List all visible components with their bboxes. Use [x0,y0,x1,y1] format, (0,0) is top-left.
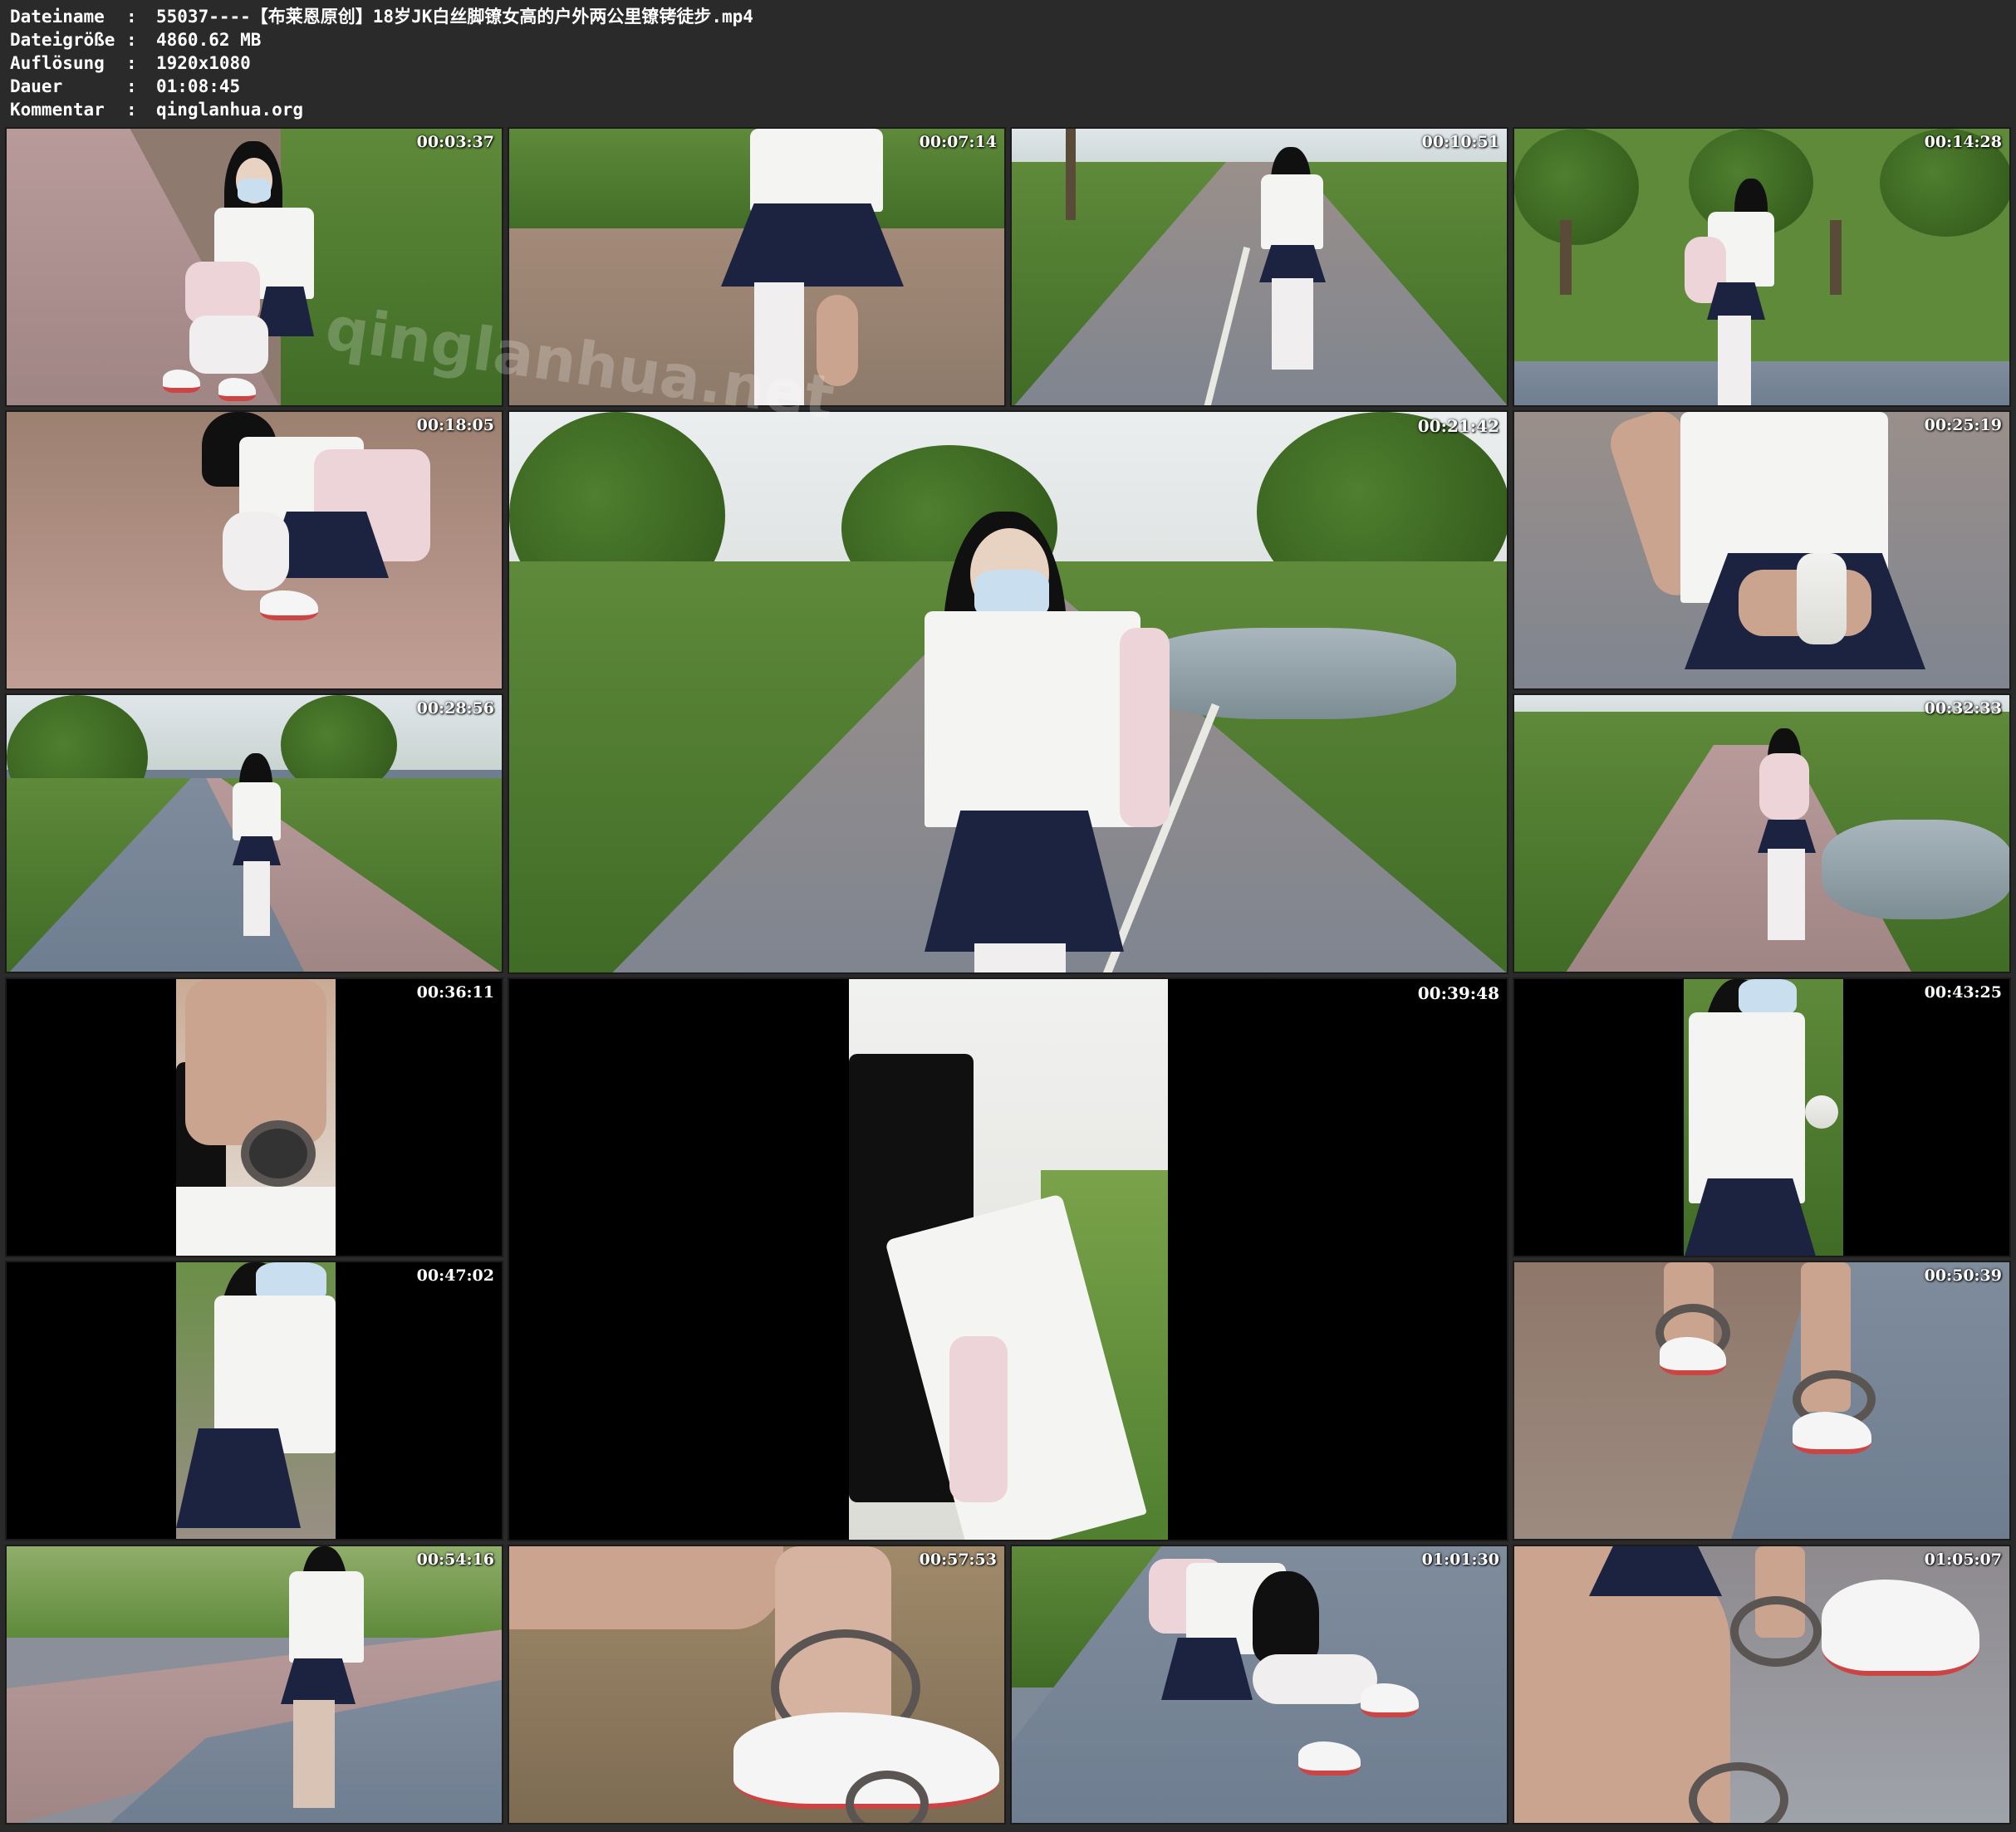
thumbnail-18[interactable]: 01:05:07 [1513,1545,2011,1825]
scene-ankle-cuff-closeup [509,1546,1004,1823]
timestamp: 00:50:39 [1924,1266,2002,1285]
thumbnail-13[interactable]: 00:47:02 [5,1261,503,1541]
thumbnail-11[interactable]: 00:39:48 [508,977,1508,1541]
timestamp: 00:43:25 [1924,983,2002,1002]
thumbnail-8[interactable]: 00:28:56 [5,693,503,973]
scene-girl-on-road [1012,129,1507,405]
thumbnail-4[interactable]: 00:14:28 [1513,127,2011,407]
thumbnail-9[interactable]: 00:32:33 [1513,693,2011,973]
thumbnail-16[interactable]: 00:57:53 [508,1545,1006,1825]
thumbnail-3[interactable]: 00:10:51 [1010,127,1508,407]
timestamp: 01:01:30 [1421,1550,1499,1569]
scene-vertical-tilted-view [509,979,1507,1540]
scene-girl-on-path [7,1546,502,1823]
scene-shackled-feet [1514,1262,2009,1539]
timestamp: 00:14:28 [1924,133,2002,151]
scene-unlocking-cuffs [1514,1546,2009,1823]
scene-vertical-girl-walking [7,1262,502,1539]
scene-girl-crouching [7,412,502,688]
timestamp: 00:18:05 [416,416,494,434]
timestamp: 00:03:37 [416,133,494,151]
thumbnail-17[interactable]: 01:01:30 [1010,1545,1508,1825]
timestamp: 00:36:11 [416,983,494,1002]
timestamp: 00:54:16 [416,1550,494,1569]
timestamp: 00:32:33 [1924,699,2002,718]
timestamp: 00:07:14 [919,133,997,151]
thumbnail-6[interactable]: 00:21:42 [508,410,1508,974]
timestamp: 00:39:48 [1417,983,1499,1003]
scene-vertical-girl-mask [1514,979,2009,1256]
scene-girl-on-road-large [509,412,1507,972]
timestamp: 00:57:53 [919,1550,997,1569]
scene-girl-walking-away [1514,695,2009,972]
scene-girl-among-trees [1514,129,2009,405]
thumbnail-5[interactable]: 00:18:05 [5,410,503,690]
thumbnail-15[interactable]: 00:54:16 [5,1545,503,1825]
scene-hands-behind-back [1514,412,2009,688]
thumbnail-grid: 00:03:37 00:07:14 00:10:51 00:14:28 00:1… [0,0,2016,1832]
thumbnail-14[interactable]: 00:50:39 [1513,1261,2011,1541]
thumbnail-10[interactable]: 00:36:11 [5,977,503,1257]
timestamp: 00:47:02 [416,1266,494,1285]
scene-vertical-wrist-closeup [7,979,502,1256]
thumbnail-12[interactable]: 00:43:25 [1513,977,2011,1257]
thumbnail-7[interactable]: 00:25:19 [1513,410,2011,690]
timestamp: 00:25:19 [1924,416,2002,434]
scene-girl-sitting-road [1012,1546,1507,1823]
timestamp: 00:28:56 [416,699,494,718]
timestamp: 00:10:51 [1421,133,1499,151]
scene-girl-standing-far [7,695,502,972]
timestamp: 01:05:07 [1924,1550,2002,1569]
timestamp: 00:21:42 [1417,416,1499,436]
